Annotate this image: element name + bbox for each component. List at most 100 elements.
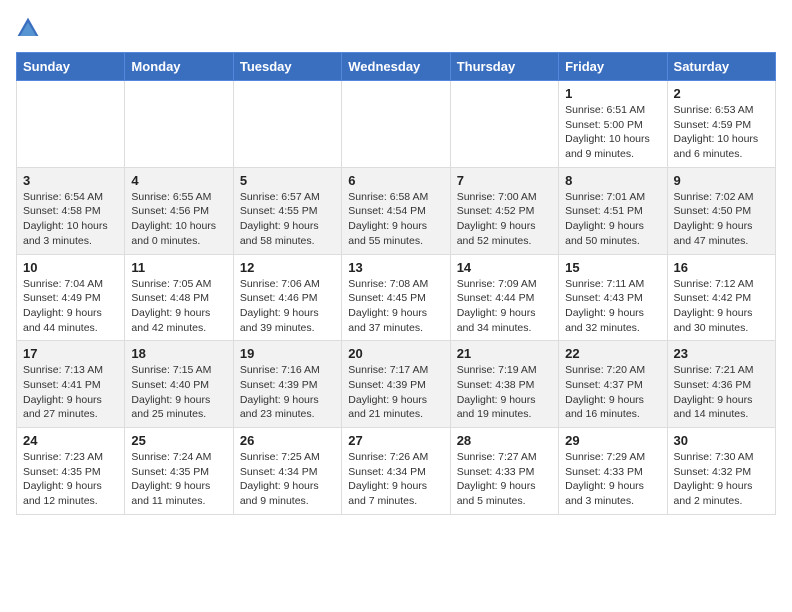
logo: [16, 16, 44, 40]
day-cell: 27 Sunrise: 7:26 AM Sunset: 4:34 PM Dayli…: [342, 428, 450, 515]
day-cell: 1 Sunrise: 6:51 AM Sunset: 5:00 PM Daylig…: [559, 81, 667, 168]
day-info: Sunrise: 7:20 AM Sunset: 4:37 PM Dayligh…: [565, 363, 660, 422]
day-number: 14: [457, 260, 552, 275]
day-info: Sunrise: 7:05 AM Sunset: 4:48 PM Dayligh…: [131, 277, 226, 336]
day-cell: 28 Sunrise: 7:27 AM Sunset: 4:33 PM Dayli…: [450, 428, 558, 515]
day-number: 12: [240, 260, 335, 275]
day-cell: 15 Sunrise: 7:11 AM Sunset: 4:43 PM Dayli…: [559, 254, 667, 341]
logo-icon: [16, 16, 40, 40]
week-row-1: 1 Sunrise: 6:51 AM Sunset: 5:00 PM Daylig…: [17, 81, 776, 168]
day-info: Sunrise: 6:53 AM Sunset: 4:59 PM Dayligh…: [674, 103, 769, 162]
day-info: Sunrise: 7:30 AM Sunset: 4:32 PM Dayligh…: [674, 450, 769, 509]
day-info: Sunrise: 7:06 AM Sunset: 4:46 PM Dayligh…: [240, 277, 335, 336]
day-cell: 20 Sunrise: 7:17 AM Sunset: 4:39 PM Dayli…: [342, 341, 450, 428]
day-number: 21: [457, 346, 552, 361]
day-info: Sunrise: 7:25 AM Sunset: 4:34 PM Dayligh…: [240, 450, 335, 509]
day-cell: 9 Sunrise: 7:02 AM Sunset: 4:50 PM Daylig…: [667, 167, 775, 254]
day-number: 28: [457, 433, 552, 448]
weekday-header-thursday: Thursday: [450, 53, 558, 81]
day-info: Sunrise: 7:21 AM Sunset: 4:36 PM Dayligh…: [674, 363, 769, 422]
day-cell: 14 Sunrise: 7:09 AM Sunset: 4:44 PM Dayli…: [450, 254, 558, 341]
day-info: Sunrise: 7:15 AM Sunset: 4:40 PM Dayligh…: [131, 363, 226, 422]
day-cell: [233, 81, 341, 168]
weekday-header-saturday: Saturday: [667, 53, 775, 81]
calendar-table: SundayMondayTuesdayWednesdayThursdayFrid…: [16, 52, 776, 515]
weekday-header-row: SundayMondayTuesdayWednesdayThursdayFrid…: [17, 53, 776, 81]
day-number: 4: [131, 173, 226, 188]
day-cell: 17Sunrise: 7:13 AM Sunset: 4:41 PM Dayli…: [17, 341, 125, 428]
day-number: 23: [674, 346, 769, 361]
day-info: Sunrise: 6:55 AM Sunset: 4:56 PM Dayligh…: [131, 190, 226, 249]
day-number: 8: [565, 173, 660, 188]
week-row-4: 17Sunrise: 7:13 AM Sunset: 4:41 PM Dayli…: [17, 341, 776, 428]
day-info: Sunrise: 7:11 AM Sunset: 4:43 PM Dayligh…: [565, 277, 660, 336]
day-number: 27: [348, 433, 443, 448]
day-number: 2: [674, 86, 769, 101]
day-info: Sunrise: 7:09 AM Sunset: 4:44 PM Dayligh…: [457, 277, 552, 336]
day-cell: 7Sunrise: 7:00 AM Sunset: 4:52 PM Daylig…: [450, 167, 558, 254]
week-row-5: 24 Sunrise: 7:23 AM Sunset: 4:35 PM Dayli…: [17, 428, 776, 515]
day-number: 30: [674, 433, 769, 448]
day-info: Sunrise: 7:01 AM Sunset: 4:51 PM Dayligh…: [565, 190, 660, 249]
day-cell: 10 Sunrise: 7:04 AM Sunset: 4:49 PM Dayli…: [17, 254, 125, 341]
day-info: Sunrise: 6:58 AM Sunset: 4:54 PM Dayligh…: [348, 190, 443, 249]
day-number: 7: [457, 173, 552, 188]
day-info: Sunrise: 6:57 AM Sunset: 4:55 PM Dayligh…: [240, 190, 335, 249]
day-number: 3: [23, 173, 118, 188]
day-cell: 18 Sunrise: 7:15 AM Sunset: 4:40 PM Dayli…: [125, 341, 233, 428]
day-info: Sunrise: 7:02 AM Sunset: 4:50 PM Dayligh…: [674, 190, 769, 249]
day-number: 13: [348, 260, 443, 275]
day-number: 26: [240, 433, 335, 448]
day-info: Sunrise: 7:04 AM Sunset: 4:49 PM Dayligh…: [23, 277, 118, 336]
day-number: 15: [565, 260, 660, 275]
day-cell: [17, 81, 125, 168]
day-number: 1: [565, 86, 660, 101]
weekday-header-tuesday: Tuesday: [233, 53, 341, 81]
day-info: Sunrise: 7:19 AM Sunset: 4:38 PM Dayligh…: [457, 363, 552, 422]
day-number: 20: [348, 346, 443, 361]
day-cell: 25Sunrise: 7:24 AM Sunset: 4:35 PM Dayli…: [125, 428, 233, 515]
day-info: Sunrise: 7:17 AM Sunset: 4:39 PM Dayligh…: [348, 363, 443, 422]
weekday-header-sunday: Sunday: [17, 53, 125, 81]
day-info: Sunrise: 7:13 AM Sunset: 4:41 PM Dayligh…: [23, 363, 118, 422]
day-cell: 5 Sunrise: 6:57 AM Sunset: 4:55 PM Daylig…: [233, 167, 341, 254]
day-cell: 4 Sunrise: 6:55 AM Sunset: 4:56 PM Daylig…: [125, 167, 233, 254]
day-cell: 3 Sunrise: 6:54 AM Sunset: 4:58 PM Daylig…: [17, 167, 125, 254]
day-info: Sunrise: 7:29 AM Sunset: 4:33 PM Dayligh…: [565, 450, 660, 509]
page-header: [16, 16, 776, 40]
day-info: Sunrise: 7:27 AM Sunset: 4:33 PM Dayligh…: [457, 450, 552, 509]
day-info: Sunrise: 7:26 AM Sunset: 4:34 PM Dayligh…: [348, 450, 443, 509]
day-info: Sunrise: 7:16 AM Sunset: 4:39 PM Dayligh…: [240, 363, 335, 422]
weekday-header-wednesday: Wednesday: [342, 53, 450, 81]
day-info: Sunrise: 6:54 AM Sunset: 4:58 PM Dayligh…: [23, 190, 118, 249]
day-number: 25: [131, 433, 226, 448]
day-number: 10: [23, 260, 118, 275]
weekday-header-monday: Monday: [125, 53, 233, 81]
week-row-3: 10 Sunrise: 7:04 AM Sunset: 4:49 PM Dayli…: [17, 254, 776, 341]
day-number: 22: [565, 346, 660, 361]
day-cell: 21 Sunrise: 7:19 AM Sunset: 4:38 PM Dayli…: [450, 341, 558, 428]
day-info: Sunrise: 6:51 AM Sunset: 5:00 PM Dayligh…: [565, 103, 660, 162]
day-cell: 12 Sunrise: 7:06 AM Sunset: 4:46 PM Dayli…: [233, 254, 341, 341]
day-cell: 24 Sunrise: 7:23 AM Sunset: 4:35 PM Dayli…: [17, 428, 125, 515]
day-cell: [450, 81, 558, 168]
day-number: 18: [131, 346, 226, 361]
day-number: 5: [240, 173, 335, 188]
week-row-2: 3 Sunrise: 6:54 AM Sunset: 4:58 PM Daylig…: [17, 167, 776, 254]
day-cell: 16Sunrise: 7:12 AM Sunset: 4:42 PM Dayli…: [667, 254, 775, 341]
day-cell: 30 Sunrise: 7:30 AM Sunset: 4:32 PM Dayli…: [667, 428, 775, 515]
day-cell: 13 Sunrise: 7:08 AM Sunset: 4:45 PM Dayli…: [342, 254, 450, 341]
day-number: 19: [240, 346, 335, 361]
day-cell: 22 Sunrise: 7:20 AM Sunset: 4:37 PM Dayli…: [559, 341, 667, 428]
day-number: 11: [131, 260, 226, 275]
day-number: 6: [348, 173, 443, 188]
weekday-header-friday: Friday: [559, 53, 667, 81]
day-number: 24: [23, 433, 118, 448]
day-cell: 2 Sunrise: 6:53 AM Sunset: 4:59 PM Daylig…: [667, 81, 775, 168]
day-info: Sunrise: 7:08 AM Sunset: 4:45 PM Dayligh…: [348, 277, 443, 336]
day-cell: [125, 81, 233, 168]
day-cell: 29 Sunrise: 7:29 AM Sunset: 4:33 PM Dayli…: [559, 428, 667, 515]
day-number: 9: [674, 173, 769, 188]
day-info: Sunrise: 7:23 AM Sunset: 4:35 PM Dayligh…: [23, 450, 118, 509]
day-number: 29: [565, 433, 660, 448]
